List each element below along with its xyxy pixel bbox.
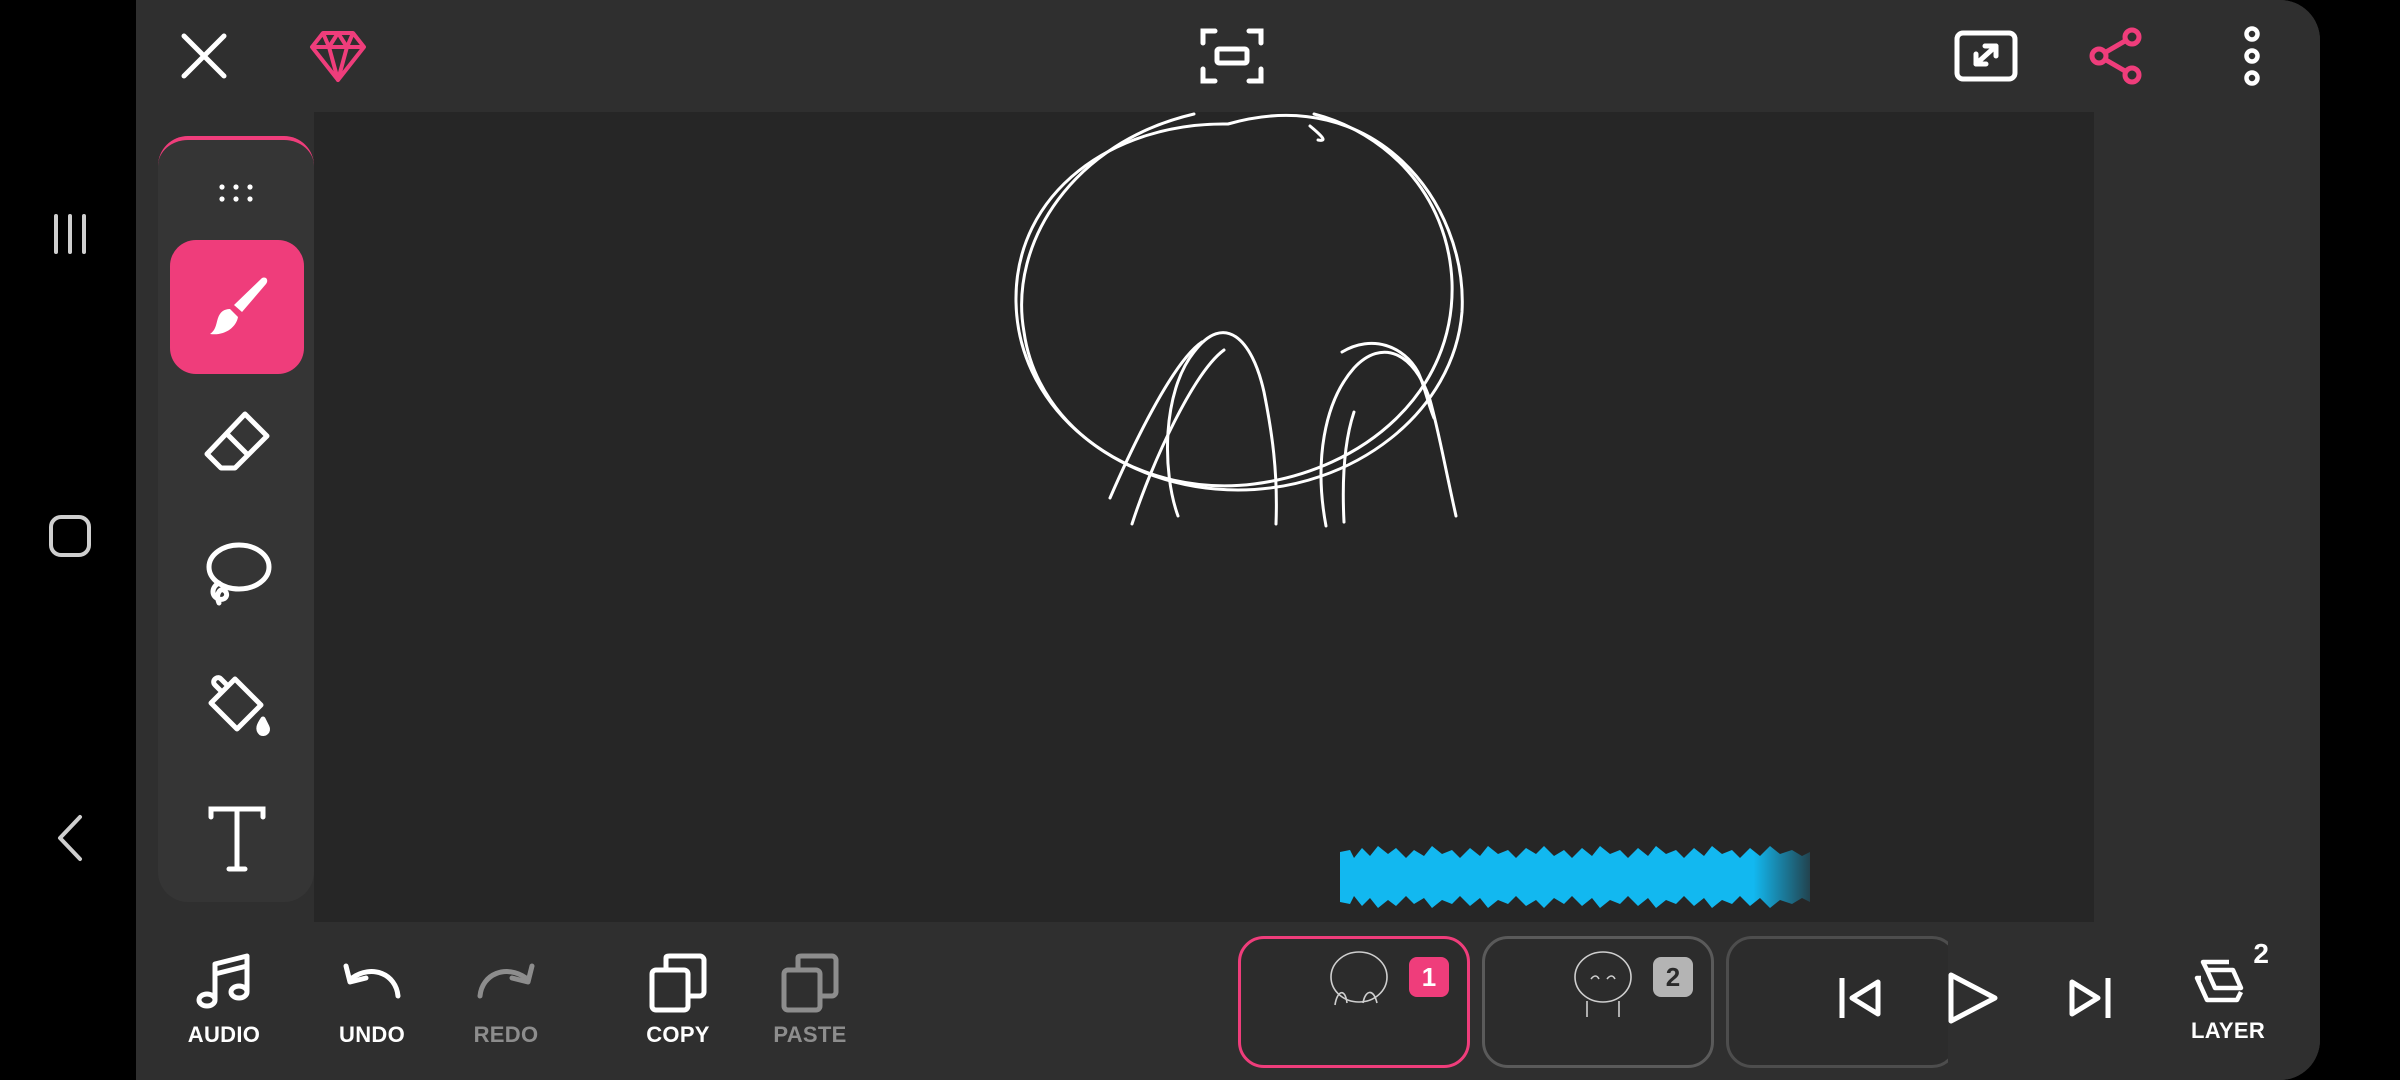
play-icon[interactable] (1936, 962, 2008, 1034)
fit-to-screen-icon[interactable] (1192, 24, 1272, 88)
skip-to-start-icon[interactable] (1828, 966, 1892, 1030)
eraser-tool[interactable] (170, 374, 304, 508)
drawing-canvas[interactable] (314, 112, 2094, 922)
eraser-icon (204, 411, 270, 471)
paste-button[interactable]: PASTE (750, 952, 870, 1048)
audio-button[interactable]: AUDIO (164, 952, 284, 1048)
fullscreen-icon[interactable] (1948, 24, 2024, 88)
frame-preview (1574, 951, 1632, 1017)
premium-gem-icon[interactable] (306, 24, 370, 88)
lasso-tool[interactable] (170, 506, 304, 640)
skip-to-end-icon[interactable] (2058, 966, 2122, 1030)
bottom-toolbar: AUDIO UNDO REDO COPY PASTE 1 2 2 LAYER (136, 922, 2320, 1080)
frame-thumbnail[interactable]: 2 (1482, 936, 1714, 1068)
back-icon[interactable] (40, 808, 100, 868)
text-tool[interactable] (170, 772, 304, 906)
redo-icon (477, 963, 535, 999)
frame-number-badge: 1 (1409, 957, 1449, 997)
music-note-icon (196, 953, 250, 1009)
layer-count: 2 (2253, 938, 2269, 969)
frame-preview (1330, 951, 1388, 1006)
redo-button[interactable]: REDO (446, 952, 566, 1048)
audio-label: AUDIO (187, 1022, 261, 1047)
undo-label: UNDO (339, 1022, 405, 1047)
undo-button[interactable]: UNDO (312, 952, 432, 1048)
brush-tool[interactable] (170, 240, 304, 374)
top-toolbar (136, 0, 2320, 112)
undo-icon (343, 963, 401, 999)
copy-button[interactable]: COPY (618, 952, 738, 1048)
brush-icon (210, 277, 268, 335)
fill-tool[interactable] (170, 640, 304, 774)
drag-handle-icon[interactable] (206, 178, 266, 208)
home-icon[interactable] (40, 506, 100, 566)
system-nav-bar (0, 0, 136, 1080)
lasso-icon (206, 542, 272, 606)
audio-waveform (1340, 846, 1810, 908)
paste-icon (781, 953, 839, 1013)
redo-label: REDO (473, 1022, 539, 1047)
sketch-drawing (1014, 112, 1464, 528)
copy-icon (649, 953, 707, 1013)
layers-icon (2194, 959, 2244, 1003)
fill-bucket-icon (208, 675, 270, 736)
close-icon[interactable] (172, 24, 236, 88)
animation-editor: AUDIO UNDO REDO COPY PASTE 1 2 2 LAYER (136, 0, 2320, 1080)
text-tool-icon (208, 806, 266, 872)
tool-palette (158, 136, 314, 902)
more-options-icon[interactable] (2220, 24, 2284, 88)
layer-button[interactable]: 2 LAYER (2168, 938, 2288, 1044)
frame-thumbnail[interactable]: 1 (1238, 936, 1470, 1068)
frame-number-badge: 2 (1653, 957, 1693, 997)
layer-label: LAYER (2190, 1018, 2266, 1043)
share-icon[interactable] (2084, 24, 2148, 88)
copy-label: COPY (646, 1022, 710, 1047)
recent-apps-icon[interactable] (40, 204, 100, 264)
paste-label: PASTE (773, 1022, 847, 1047)
